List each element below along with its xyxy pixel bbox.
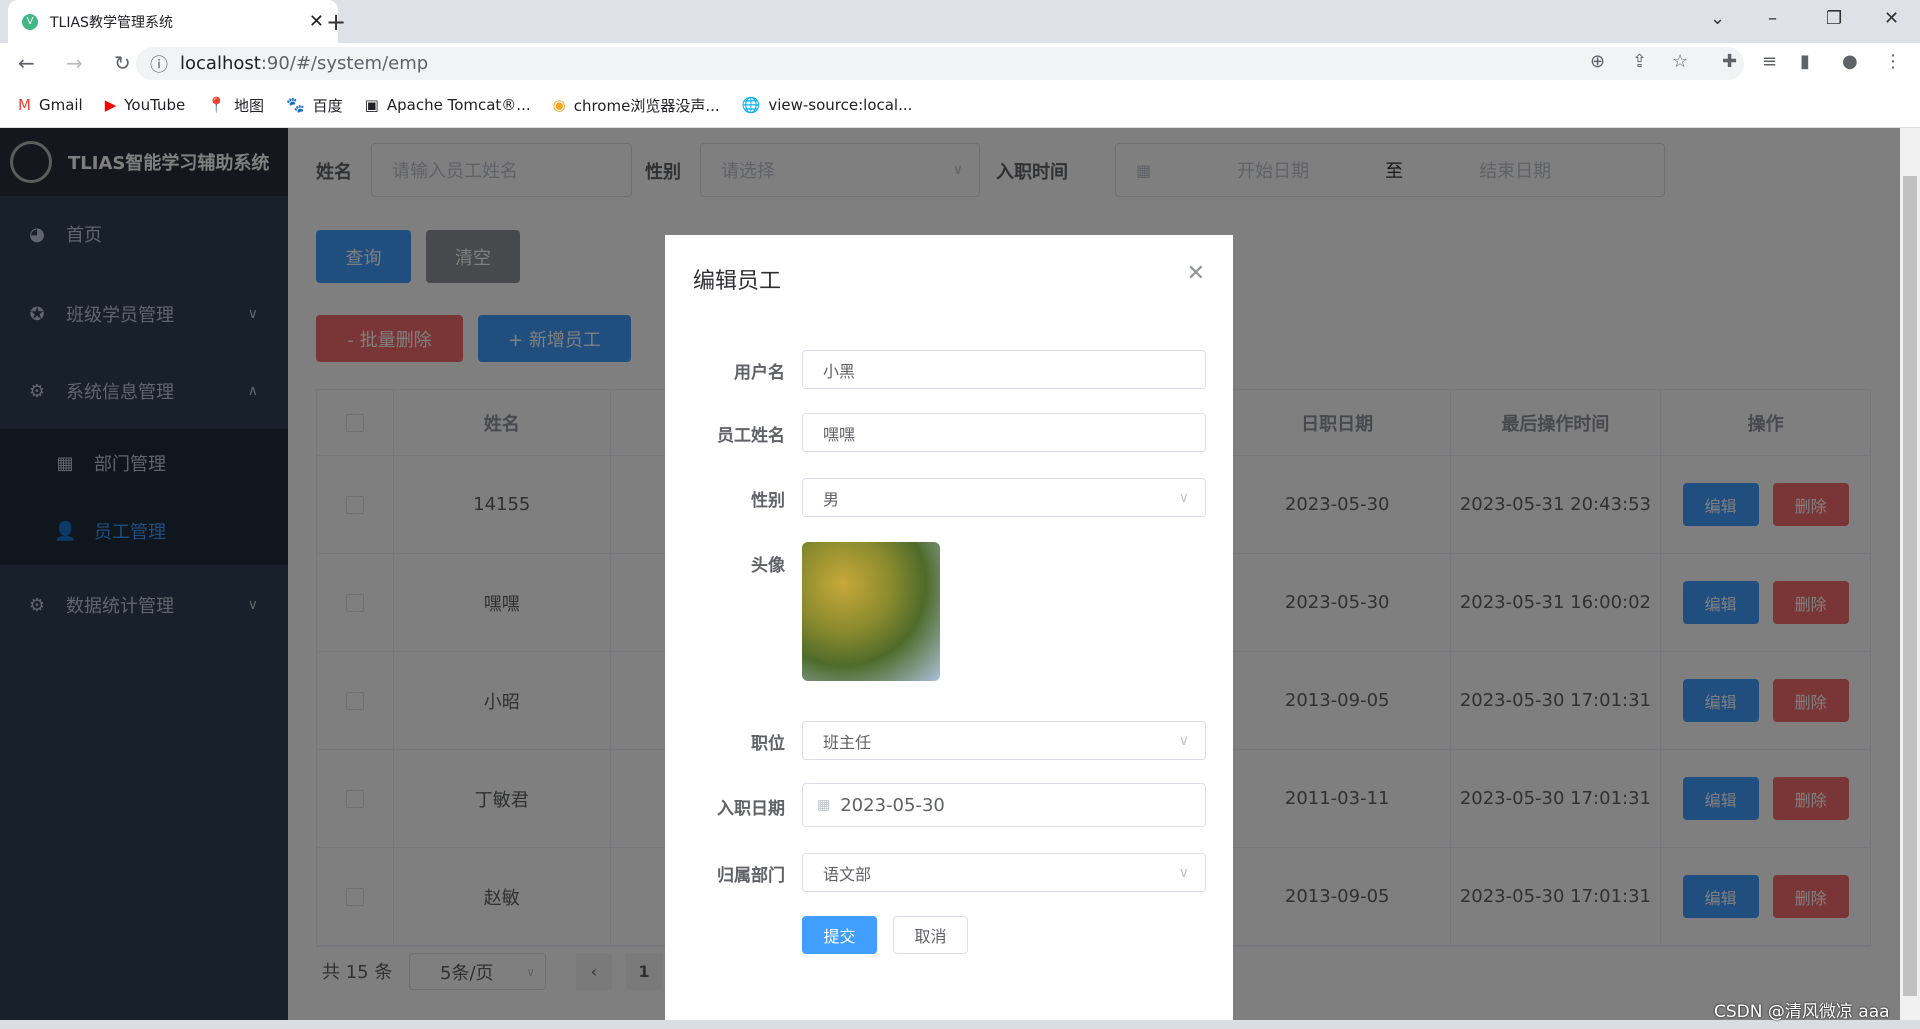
- name-label: 员工姓名: [717, 426, 785, 446]
- chevron-down-icon: ∨: [1178, 489, 1189, 506]
- cancel-button[interactable]: 取消: [893, 916, 968, 954]
- new-tab-button[interactable]: +: [326, 8, 346, 36]
- entry-date-value: 2023-05-30: [840, 794, 945, 816]
- bookmark-youtube[interactable]: ▶ YouTube: [105, 96, 186, 114]
- close-window-button[interactable]: ✕: [1884, 8, 1899, 29]
- youtube-icon: ▶: [104, 96, 117, 114]
- profile-icon[interactable]: ●: [1842, 51, 1858, 72]
- bookmark-label: Apache Tomcat®...: [386, 96, 531, 114]
- gender-label: 性别: [751, 491, 785, 511]
- address-toolbar: ← → ↻ ⓘ localhost:90/#/system/emp ⊕ ⇪ ☆ …: [0, 43, 1920, 83]
- chevron-down-icon: ∨: [1178, 864, 1189, 881]
- close-icon[interactable]: ✕: [1187, 261, 1205, 286]
- name-value: 嘿嘿: [823, 424, 856, 444]
- share-icon[interactable]: ⇪: [1632, 51, 1647, 72]
- tab-search-icon[interactable]: ⌄: [1710, 8, 1725, 29]
- close-tab-icon[interactable]: ✕: [309, 11, 324, 32]
- entry-date-picker[interactable]: ▦ 2023-05-30: [802, 783, 1206, 827]
- username-label: 用户名: [734, 363, 785, 383]
- bookmarks-bar: M Gmail ▶ YouTube 📍 地图 🐾 百度 ▣ Apache Tomcat®.…: [0, 83, 1920, 128]
- dept-select[interactable]: 语文部 ∨: [802, 853, 1206, 892]
- username-value: 小黑: [823, 361, 856, 381]
- tomcat-icon: ▣: [364, 96, 379, 114]
- zoom-icon[interactable]: ⊕: [1590, 51, 1605, 72]
- bookmark-view-source[interactable]: 🌐 view-source:local...: [742, 96, 913, 114]
- menu-icon[interactable]: ⋮: [1884, 51, 1902, 72]
- gender-value: 男: [823, 489, 840, 509]
- taskbar: [0, 1020, 1920, 1029]
- minimize-button[interactable]: –: [1768, 8, 1777, 29]
- scrollbar-thumb[interactable]: [1903, 176, 1917, 996]
- avatar-upload[interactable]: [802, 542, 940, 681]
- dept-value: 语文部: [823, 864, 872, 884]
- bookmark-label: chrome浏览器没声...: [573, 96, 720, 115]
- bookmark-star-icon[interactable]: ☆: [1672, 51, 1688, 72]
- submit-button[interactable]: 提交: [802, 916, 877, 954]
- back-icon[interactable]: ←: [18, 51, 48, 75]
- vertical-scrollbar[interactable]: [1900, 128, 1920, 1020]
- bookmark-tomcat[interactable]: ▣ Apache Tomcat®...: [365, 96, 531, 114]
- page-icon: ◉: [552, 96, 566, 114]
- entry-date-label: 入职日期: [717, 799, 785, 819]
- bookmark-label: Gmail: [38, 96, 83, 114]
- maps-icon: 📍: [207, 96, 226, 114]
- url-bar[interactable]: ⓘ localhost:90/#/system/emp: [136, 47, 1744, 80]
- browser-tab[interactable]: V TLIAS教学管理系统 ✕: [8, 0, 338, 43]
- baidu-icon: 🐾: [285, 96, 305, 114]
- info-icon[interactable]: ⓘ: [150, 51, 168, 77]
- job-label: 职位: [751, 734, 785, 754]
- name-input[interactable]: 嘿嘿: [802, 413, 1206, 452]
- calendar-icon: ▦: [817, 797, 831, 813]
- url-path: :90/#/system/emp: [260, 53, 429, 74]
- job-select[interactable]: 班主任 ∨: [802, 721, 1206, 760]
- dept-label: 归属部门: [717, 866, 785, 886]
- chevron-down-icon: ∨: [1178, 732, 1189, 749]
- job-value: 班主任: [823, 732, 872, 752]
- browser-tab-bar: V TLIAS教学管理系统 ✕ + ⌄ – ❐ ✕: [0, 0, 1920, 43]
- vue-favicon-icon: V: [22, 13, 38, 30]
- watermark: CSDN @清风微凉 aaa: [1714, 1002, 1890, 1022]
- edit-employee-dialog: 编辑员工 ✕ 用户名 小黑 员工姓名 嘿嘿 性别 男 ∨ 头像 职位 班主任 ∨ 入…: [665, 235, 1233, 1029]
- restore-button[interactable]: ❐: [1826, 8, 1842, 29]
- gender-select[interactable]: 男 ∨: [802, 478, 1206, 517]
- extensions-icon[interactable]: ✚: [1722, 51, 1737, 72]
- globe-icon: 🌐: [741, 96, 761, 114]
- tab-title: TLIAS教学管理系统: [50, 14, 173, 31]
- bookmark-label: 地图: [233, 96, 264, 115]
- avatar-label: 头像: [751, 556, 785, 576]
- bookmark-label: YouTube: [124, 96, 186, 114]
- username-input[interactable]: 小黑: [802, 350, 1206, 389]
- bookmark-gmail[interactable]: M Gmail: [18, 96, 83, 114]
- bookmark-label: 百度: [312, 96, 343, 115]
- bookmark-chrome[interactable]: ◉ chrome浏览器没声...: [553, 95, 720, 116]
- bookmark-maps[interactable]: 📍 地图: [207, 95, 264, 116]
- bookmark-baidu[interactable]: 🐾 百度: [286, 95, 343, 116]
- side-panel-icon[interactable]: ▮: [1800, 51, 1810, 72]
- url-host: localhost: [180, 53, 261, 74]
- dialog-title: 编辑员工: [693, 269, 782, 294]
- gmail-icon: M: [18, 96, 31, 114]
- forward-icon[interactable]: →: [66, 51, 96, 75]
- media-icon[interactable]: ≡: [1762, 51, 1777, 72]
- bookmark-label: view-source:local...: [768, 96, 913, 114]
